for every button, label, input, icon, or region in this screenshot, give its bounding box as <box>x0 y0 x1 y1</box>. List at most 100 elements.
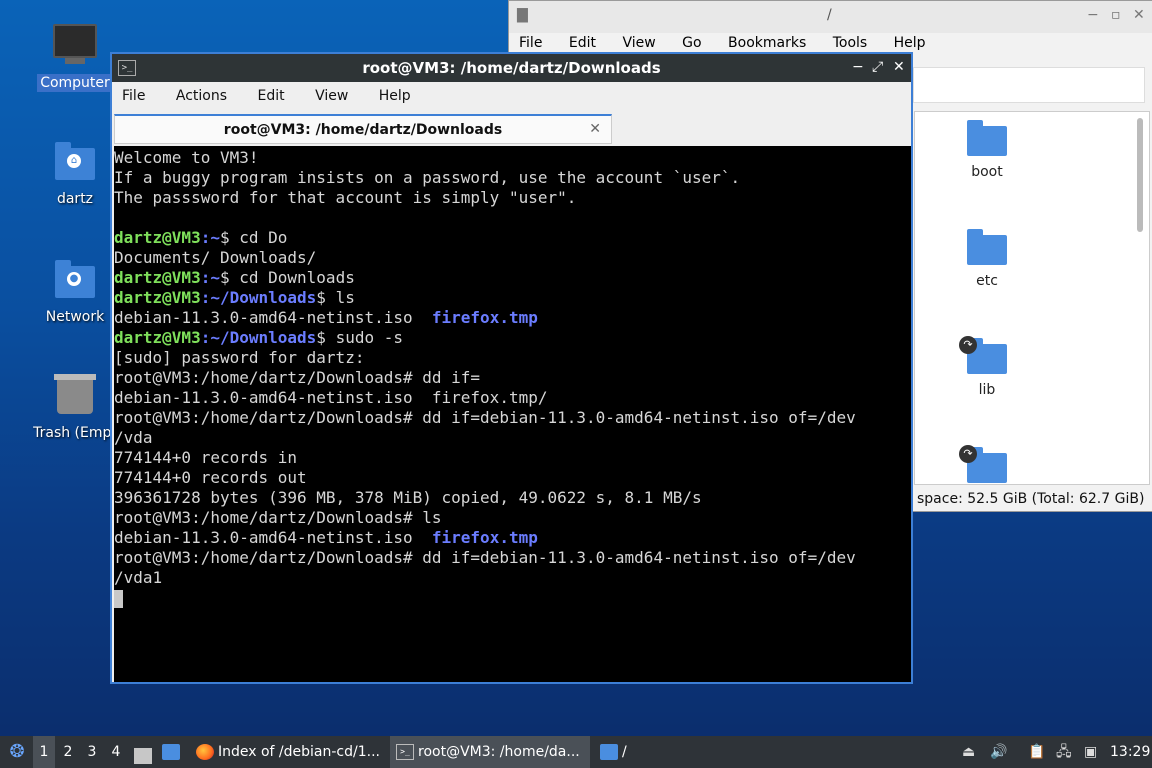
symlink-folder-icon: ↷ <box>959 336 1007 374</box>
terminal-line: root@VM3:/home/dartz/Downloads# ls <box>114 508 442 527</box>
prompt-sign: $ <box>219 228 240 247</box>
file-iso: debian-11.3.0-amd64-netinst.iso <box>114 308 432 327</box>
terminal-tab[interactable]: root@VM3: /home/dartz/Downloads ✕ <box>114 114 612 144</box>
menu-edit[interactable]: Edit <box>257 88 284 104</box>
folder-item-partial[interactable]: ↷ <box>937 445 1037 484</box>
clock[interactable]: 13:29 <box>1110 736 1150 768</box>
volume-icon[interactable]: 🔊 <box>990 736 1007 768</box>
prompt-user: dartz@VM3 <box>114 268 201 287</box>
menu-file[interactable]: File <box>519 35 542 51</box>
file-view-pane[interactable]: boot etc ↷ lib ↷ <box>914 111 1150 485</box>
terminal-output[interactable]: Welcome to VM3! If a buggy program insis… <box>114 146 911 682</box>
prompt-dir: :~/Downloads <box>200 288 317 307</box>
file-manager-titlebar[interactable]: ▇ / − ▫ ✕ <box>509 1 1152 33</box>
menu-file[interactable]: File <box>122 88 145 104</box>
desktop-icon-label: dartz <box>56 191 94 207</box>
terminal-line: debian-11.3.0-amd64-netinst.iso firefox.… <box>114 528 911 548</box>
workspace-1[interactable]: 1 <box>33 736 55 768</box>
workspace-3[interactable]: 3 <box>81 736 103 768</box>
terminal-line: dartz@VM3:~/Downloads$ sudo -s <box>114 328 911 348</box>
folder-item-etc[interactable]: etc <box>937 229 1037 289</box>
terminal-title: root@VM3: /home/dartz/Downloads <box>362 59 661 77</box>
network-icon[interactable]: 🖧 <box>1056 736 1072 768</box>
terminal-line: dartz@VM3:~/Downloads$ ls <box>114 288 911 308</box>
maximize-button[interactable]: ⤢ <box>872 59 883 75</box>
terminal-line: If a buggy program insists on a password… <box>114 168 741 187</box>
minimize-button[interactable]: − <box>852 59 864 75</box>
menu-logo-icon: ❂ <box>9 741 25 762</box>
task-terminal[interactable]: >_ root@VM3: /home/da... <box>390 736 590 768</box>
terminal-titlebar[interactable]: >_ root@VM3: /home/dartz/Downloads − ⤢ ✕ <box>112 54 911 82</box>
folder-icon <box>600 744 618 760</box>
menu-help[interactable]: Help <box>894 35 926 51</box>
folder-label: boot <box>971 164 1003 180</box>
prompt-sign: $ <box>219 268 240 287</box>
menu-tools[interactable]: Tools <box>833 35 868 51</box>
menu-view[interactable]: View <box>622 35 655 51</box>
workspace-4[interactable]: 4 <box>105 736 127 768</box>
menu-actions[interactable]: Actions <box>176 88 227 104</box>
folder-icon <box>967 120 1007 156</box>
maximize-button[interactable]: ▫ <box>1111 7 1121 23</box>
menu-edit[interactable]: Edit <box>569 35 596 51</box>
file-manager-launcher[interactable] <box>162 736 184 768</box>
folder-icon: ▇ <box>517 7 528 23</box>
close-button[interactable]: ✕ <box>893 59 905 75</box>
menu-go[interactable]: Go <box>682 35 701 51</box>
menu-view[interactable]: View <box>315 88 348 104</box>
folder-item-lib[interactable]: ↷ lib <box>937 336 1037 398</box>
close-button[interactable]: ✕ <box>1133 7 1145 23</box>
tab-close-icon[interactable]: ✕ <box>589 121 601 137</box>
terminal-line: /vda1 <box>114 568 163 587</box>
folder-label: lib <box>978 382 996 398</box>
notification-icon[interactable]: ▣ <box>1084 736 1097 768</box>
terminal-line: Welcome to VM3! <box>114 148 259 167</box>
terminal-line: root@VM3:/home/dartz/Downloads# dd if=de… <box>114 548 856 567</box>
prompt-dir: :~ <box>200 268 220 287</box>
command: ls <box>335 288 355 307</box>
task-firefox[interactable]: Index of /debian-cd/1... <box>190 736 386 768</box>
terminal-line: dartz@VM3:~$ cd Downloads <box>114 268 911 288</box>
menu-bookmarks[interactable]: Bookmarks <box>728 35 806 51</box>
workspace-2[interactable]: 2 <box>57 736 79 768</box>
firefox-icon <box>196 744 214 760</box>
file-iso: debian-11.3.0-amd64-netinst.iso <box>114 528 432 547</box>
show-desktop-button[interactable] <box>134 736 156 768</box>
minimize-button[interactable]: − <box>1087 7 1099 23</box>
prompt-sign: $ <box>316 328 336 347</box>
terminal-line: 774144+0 records out <box>114 468 307 487</box>
menu-help[interactable]: Help <box>379 88 411 104</box>
scrollbar[interactable] <box>1137 118 1143 232</box>
app-menu-button[interactable]: ❂ <box>4 736 30 768</box>
terminal-icon: >_ <box>396 744 414 760</box>
folder-label: etc <box>976 273 998 289</box>
computer-icon <box>53 24 97 68</box>
terminal-line: root@VM3:/home/dartz/Downloads# dd if= <box>114 368 481 387</box>
desktop-icon-label: Computer <box>37 74 113 92</box>
terminal-cursor-line <box>114 588 911 608</box>
terminal-line: debian-11.3.0-amd64-netinst.iso firefox.… <box>114 308 911 328</box>
folder-item-boot[interactable]: boot <box>937 120 1037 180</box>
folder-icon <box>162 744 180 760</box>
terminal-line: 774144+0 records in <box>114 448 298 467</box>
clipboard-icon[interactable]: 📋 <box>1028 736 1045 768</box>
prompt-dir: :~ <box>200 228 220 247</box>
home-folder-icon: ⌂ <box>53 140 97 184</box>
task-label: Index of /debian-cd/1... <box>218 744 380 760</box>
command: sudo -s <box>335 328 403 347</box>
desktop-icon-label: Trash (Empt <box>33 425 117 441</box>
terminal-line: The passsword for that account is simply… <box>114 188 577 207</box>
eject-icon[interactable]: ⏏ <box>962 736 975 768</box>
task-file-manager[interactable]: / <box>594 736 634 768</box>
terminal-line: [sudo] password for dartz: <box>114 348 365 367</box>
task-label: root@VM3: /home/da... <box>418 744 580 760</box>
path-bar[interactable] <box>913 67 1145 103</box>
command: cd Do <box>239 228 288 247</box>
symlink-folder-icon: ↷ <box>959 445 1007 483</box>
taskbar: ❂ 1 2 3 4 Index of /debian-cd/1... >_ roo… <box>0 736 1152 768</box>
prompt-dir: :~/Downloads <box>200 328 317 347</box>
terminal-line: root@VM3:/home/dartz/Downloads# dd if=de… <box>114 408 856 427</box>
terminal-line: dartz@VM3:~$ cd Do <box>114 228 911 248</box>
prompt-user: dartz@VM3 <box>114 328 201 347</box>
